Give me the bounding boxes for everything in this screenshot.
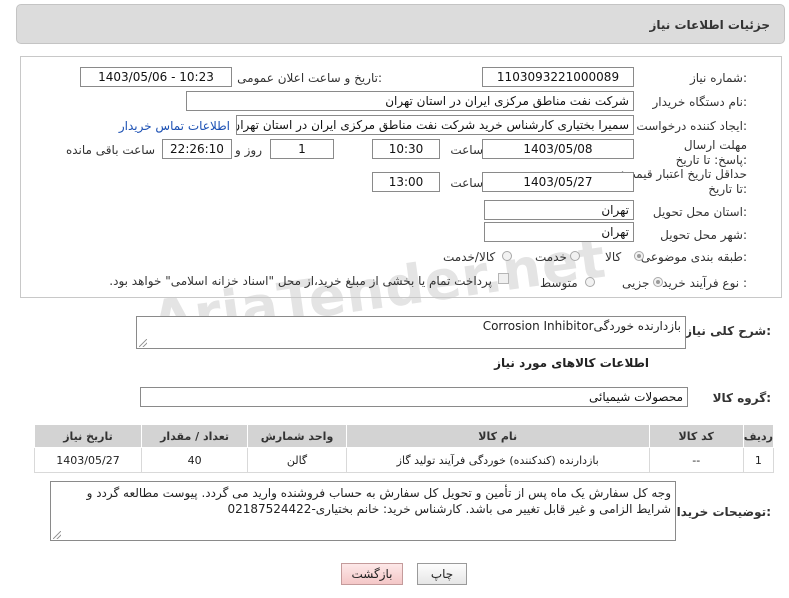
deadline-date-field[interactable]: 1403/05/08 [482,139,634,159]
time-remaining-field[interactable]: 22:26:10 [162,139,232,159]
price-validity-time-field[interactable]: 13:00 [372,172,440,192]
buyer-notes-label: توضیحات خریدار: [669,505,771,519]
price-validity-time-label: ساعت [450,176,483,190]
days-label: روز و [235,143,262,157]
delivery-province-label: استان محل تحویل: [652,205,747,219]
delivery-province-field[interactable]: تهران [484,200,634,220]
category-service-label: خدمت [535,250,567,264]
price-validity-label: حداقل تاریخ اعتبار قیمت: تا تاریخ: [620,167,747,196]
print-button[interactable]: چاپ [417,563,467,585]
table-row[interactable]: 1 -- بازدارنده (کندکننده) خوردگی فرآیند … [34,447,775,473]
buyer-notes-textarea[interactable]: وجه کل سفارش یک ماه پس از تأمین و تحویل … [50,481,676,541]
need-number-field[interactable]: 1103093221000089 [482,67,634,87]
time-remaining-label: ساعت باقی مانده [65,143,155,157]
announce-datetime-label: تاریخ و ساعت اعلان عمومی: [237,71,382,85]
cell-code: -- [648,447,744,473]
category-goods-radio[interactable] [634,251,644,261]
days-remaining-field[interactable]: 1 [270,139,334,159]
requester-label: ایجاد کننده درخواست: [636,119,747,133]
delivery-city-label: شهر محل تحویل: [660,228,747,242]
process-minor-label: جزیی [622,276,650,290]
process-minor-radio[interactable] [653,277,663,287]
treasury-payment-checkbox[interactable] [498,273,509,284]
col-header-unit: واحد شمارش [247,424,347,448]
buyer-notes-text: وجه کل سفارش یک ماه پس از تأمین و تحویل … [86,486,671,516]
back-button[interactable]: بازگشت [341,563,403,585]
col-header-row: ردیف [742,424,775,448]
summary-text: Corrosion Inhibitorبازدارنده خوردگی [482,319,681,333]
category-label: طبقه بندی موضوعی: [640,250,747,264]
requester-field[interactable]: سمیرا بختیاری کارشناس خرید شرکت نفت مناط… [236,115,634,135]
page-title: جزئیات اطلاعات نیاز [649,18,770,32]
announce-datetime-field[interactable]: 1403/05/06 - 10:23 [80,67,232,87]
deadline-label: مهلت ارسال پاسخ: تا تاریخ: [675,138,747,167]
delivery-city-field[interactable]: تهران [484,222,634,242]
category-goods-label: کالا [605,250,622,264]
page-header: جزئیات اطلاعات نیاز [16,4,785,44]
buyer-org-field[interactable]: شرکت نفت مناطق مرکزی ایران در استان تهرا… [186,91,634,111]
col-header-name: نام کالا [345,424,650,448]
deadline-time-label: ساعت [450,143,483,157]
cell-quantity: 40 [140,447,249,473]
category-goods-service-label: کالا/خدمت [443,250,496,264]
contact-buyer-link[interactable]: اطلاعات تماس خریدار [119,119,230,133]
summary-textarea[interactable]: Corrosion Inhibitorبازدارنده خوردگی [136,316,686,349]
process-type-label: نوع فرآیند خرید : [662,276,747,290]
goods-group-field[interactable]: محصولات شیمیائی [140,387,688,407]
goods-table: ردیف کد کالا نام کالا واحد شمارش تعداد /… [34,424,775,473]
resize-grip-icon[interactable] [139,339,147,347]
process-medium-radio[interactable] [585,277,595,287]
goods-group-label: گروه کالا: [712,391,771,405]
col-header-code: کد کالا [648,424,744,448]
cell-name: بازدارنده (کندکننده) خوردگی فرآیند تولید… [345,447,650,473]
goods-section-title: اطلاعات کالاهای مورد نیاز [494,356,649,370]
price-validity-date-field[interactable]: 1403/05/27 [482,172,634,192]
summary-label: شرح کلی نیاز: [685,324,771,338]
process-medium-label: متوسط [540,276,578,290]
deadline-time-field[interactable]: 10:30 [372,139,440,159]
cell-unit: گالن [247,447,347,473]
cell-row: 1 [742,447,775,473]
buyer-org-label: نام دستگاه خریدار: [652,95,748,109]
category-goods-service-radio[interactable] [502,251,512,261]
category-service-radio[interactable] [570,251,580,261]
col-header-date: تاریخ نیاز [34,424,142,448]
treasury-payment-note: پرداخت تمام یا بخشی از مبلغ خرید،از محل … [109,274,492,288]
resize-grip-icon[interactable] [53,531,61,539]
need-number-label: شماره نیاز: [689,71,747,85]
col-header-quantity: تعداد / مقدار [140,424,249,448]
cell-date: 1403/05/27 [34,447,142,473]
